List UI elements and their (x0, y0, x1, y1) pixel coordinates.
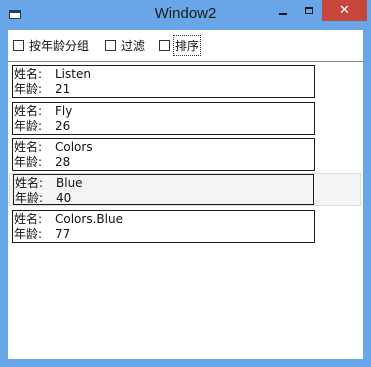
client-area: 按年龄分组 过滤 排序 姓名: Listen 年龄: 21 姓名: Fly 年龄: 26… (8, 30, 363, 359)
window-frame: Window2 ✕ 按年龄分组 过滤 排序 姓名: Listen 年龄: 21 … (0, 0, 371, 367)
list-item[interactable]: 姓名: Fly 年龄: 26 (12, 102, 315, 135)
age-value: 40 (56, 191, 72, 205)
minimize-button[interactable] (270, 0, 296, 21)
age-value: 26 (55, 119, 71, 133)
list-item-highlighted[interactable]: 姓名: Blue 年龄: 40 (9, 173, 361, 206)
name-label: 姓名: (14, 104, 43, 118)
list-item-border: 姓名: Blue 年龄: 40 (13, 174, 314, 205)
age-value: 21 (55, 82, 71, 96)
close-icon: ✕ (339, 3, 350, 18)
minimize-icon (279, 12, 287, 15)
name-label: 姓名: (14, 67, 43, 81)
options-toolbar: 按年龄分组 过滤 排序 (8, 30, 363, 58)
title-bar[interactable]: Window2 ✕ (0, 0, 371, 30)
checkbox-box[interactable] (159, 40, 170, 51)
age-value: 77 (55, 227, 71, 241)
age-label: 年龄: (14, 227, 43, 241)
maximize-icon (305, 7, 313, 14)
people-listbox[interactable]: 姓名: Listen 年龄: 21 姓名: Fly 年龄: 26 姓名: Colors 年… (8, 61, 363, 359)
sort-checkbox[interactable]: 排序 (159, 35, 202, 56)
filter-checkbox[interactable]: 过滤 (105, 37, 145, 54)
age-label: 年龄: (15, 191, 44, 205)
sort-label: 排序 (172, 35, 202, 56)
age-value: 28 (55, 155, 71, 169)
name-value: Fly (55, 104, 73, 118)
name-label: 姓名: (15, 176, 44, 190)
filter-label: 过滤 (121, 39, 146, 53)
checkbox-box[interactable] (105, 40, 116, 51)
list-item[interactable]: 姓名: Listen 年龄: 21 (12, 65, 315, 98)
maximize-button[interactable] (296, 0, 322, 21)
close-button[interactable]: ✕ (322, 0, 367, 21)
age-label: 年龄: (14, 82, 43, 96)
name-label: 姓名: (14, 212, 43, 226)
list-item[interactable]: 姓名: Colors 年龄: 28 (12, 138, 315, 171)
checkbox-box[interactable] (13, 40, 24, 51)
age-label: 年龄: (14, 155, 43, 169)
name-value: Blue (56, 176, 83, 190)
name-value: Listen (55, 67, 91, 81)
name-value: Colors (55, 140, 93, 154)
age-label: 年龄: (14, 119, 43, 133)
group-by-age-label: 按年龄分组 (29, 39, 90, 53)
list-item[interactable]: 姓名: Colors.Blue 年龄: 77 (12, 210, 315, 243)
group-by-age-checkbox[interactable]: 按年龄分组 (13, 37, 89, 54)
name-label: 姓名: (14, 140, 43, 154)
name-value: Colors.Blue (55, 212, 123, 226)
